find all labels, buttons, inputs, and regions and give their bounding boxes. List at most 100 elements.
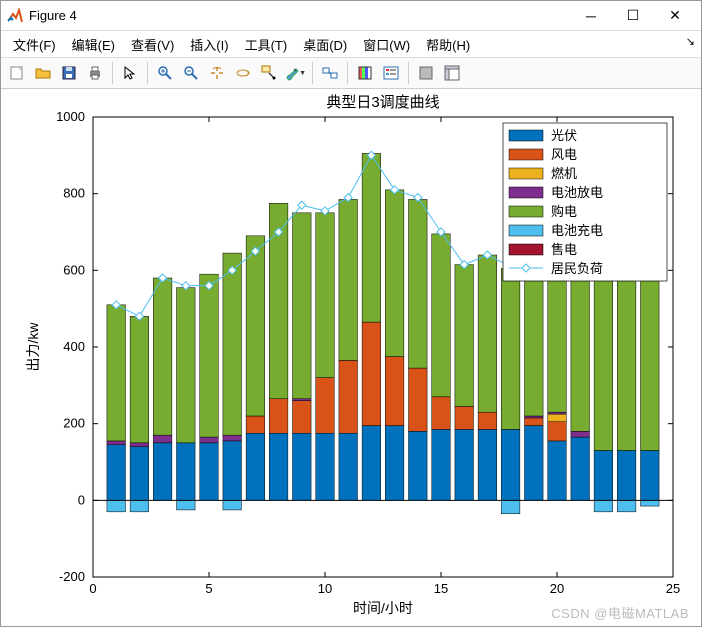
bar-segment[interactable] [501,268,520,429]
bar-segment[interactable] [107,445,126,501]
zoom-in-button[interactable] [153,61,177,85]
bar-segment[interactable] [501,429,520,500]
bar-segment[interactable] [455,429,474,500]
bar-segment[interactable] [617,451,636,501]
zoom-out-button[interactable] [179,61,203,85]
bar-segment[interactable] [223,500,242,510]
bar-segment[interactable] [246,433,265,500]
bar-segment[interactable] [385,357,404,426]
menu-edit[interactable]: 编辑(E) [66,33,121,56]
bar-segment[interactable] [478,255,497,412]
bar-segment[interactable] [548,412,567,414]
bar-segment[interactable] [432,397,451,430]
bar-segment[interactable] [594,500,613,512]
bar-segment[interactable] [177,288,196,443]
close-button[interactable]: ✕ [663,4,687,28]
bar-segment[interactable] [571,437,590,500]
bar-segment[interactable] [269,399,288,434]
menu-view[interactable]: 查看(V) [125,33,180,56]
bar-segment[interactable] [339,199,358,360]
brush-button[interactable]: ▼ [283,61,307,85]
bar-segment[interactable] [385,426,404,501]
bar-segment[interactable] [362,153,381,322]
legend-button[interactable] [379,61,403,85]
bar-segment[interactable] [432,234,451,397]
bar-segment[interactable] [548,441,567,500]
bar-segment[interactable] [153,278,172,435]
pointer-button[interactable] [118,61,142,85]
bar-segment[interactable] [130,443,149,447]
bar-segment[interactable] [362,426,381,501]
bar-segment[interactable] [339,433,358,500]
bar-segment[interactable] [548,422,567,441]
undock-icon[interactable]: ↘ [686,35,695,48]
bar-segment[interactable] [153,435,172,443]
open-button[interactable] [31,61,55,85]
bar-segment[interactable] [641,500,660,506]
bar-segment[interactable] [409,368,428,431]
legend-box[interactable] [503,123,667,281]
bar-segment[interactable] [339,360,358,433]
link-button[interactable] [318,61,342,85]
colorbar-button[interactable] [353,61,377,85]
bar-segment[interactable] [617,270,636,450]
save-button[interactable] [57,61,81,85]
pan-button[interactable] [205,61,229,85]
bar-segment[interactable] [385,190,404,357]
bar-segment[interactable] [293,433,312,500]
bar-segment[interactable] [269,433,288,500]
bar-segment[interactable] [362,322,381,426]
bar-segment[interactable] [223,441,242,500]
bar-segment[interactable] [594,263,613,451]
bar-segment[interactable] [525,426,544,501]
minimize-button[interactable]: ─ [579,4,603,28]
bar-segment[interactable] [409,431,428,500]
rotate-3d-button[interactable] [231,61,255,85]
bar-segment[interactable] [177,443,196,501]
bar-segment[interactable] [641,451,660,501]
menu-window[interactable]: 窗口(W) [357,33,416,56]
bar-segment[interactable] [316,378,335,434]
bar-segment[interactable] [293,401,312,434]
bar-segment[interactable] [293,213,312,399]
bar-segment[interactable] [107,441,126,445]
bar-segment[interactable] [177,500,196,510]
bar-segment[interactable] [432,429,451,500]
bar-segment[interactable] [246,236,265,416]
bar-segment[interactable] [571,431,590,437]
bar-segment[interactable] [200,443,219,501]
menu-help[interactable]: 帮助(H) [420,33,476,56]
bar-segment[interactable] [409,199,428,368]
bar-segment[interactable] [223,435,242,441]
maximize-button[interactable]: ☐ [621,4,645,28]
hide-plot-tools-button[interactable] [414,61,438,85]
menu-file[interactable]: 文件(F) [7,33,62,56]
bar-segment[interactable] [293,399,312,401]
bar-segment[interactable] [571,255,590,431]
bar-segment[interactable] [617,500,636,512]
new-figure-button[interactable] [5,61,29,85]
bar-segment[interactable] [525,416,544,418]
bar-segment[interactable] [246,416,265,433]
show-plot-tools-button[interactable] [440,61,464,85]
bar-segment[interactable] [153,443,172,501]
bar-segment[interactable] [501,500,520,513]
bar-segment[interactable] [107,305,126,441]
bar-segment[interactable] [130,316,149,443]
menu-insert[interactable]: 插入(I) [184,33,234,56]
bar-segment[interactable] [594,451,613,501]
chart-axes[interactable]: 0510152025-20002004006008001000典型日3调度曲线时… [1,89,701,625]
bar-segment[interactable] [455,406,474,429]
bar-segment[interactable] [316,213,335,378]
data-cursor-button[interactable] [257,61,281,85]
bar-segment[interactable] [641,263,660,451]
bar-segment[interactable] [478,429,497,500]
bar-segment[interactable] [130,500,149,512]
print-button[interactable] [83,61,107,85]
bar-segment[interactable] [107,500,126,512]
bar-segment[interactable] [130,447,149,501]
menu-desktop[interactable]: 桌面(D) [297,33,353,56]
bar-segment[interactable] [200,274,219,437]
bar-segment[interactable] [525,418,544,426]
bar-segment[interactable] [223,253,242,435]
